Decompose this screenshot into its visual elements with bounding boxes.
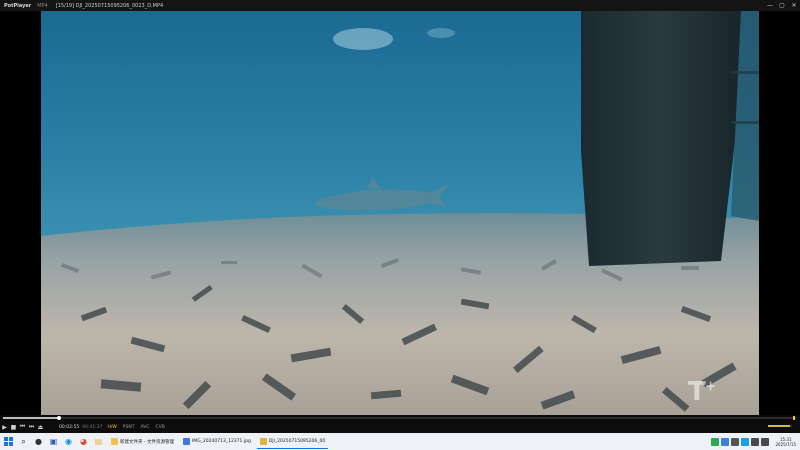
next-icon[interactable]: ⏭ [27,421,36,433]
clock-date: 2025/7/15 [775,441,796,447]
video-frame[interactable] [41,11,759,415]
windows-icon [4,437,13,446]
seek-handle[interactable] [56,416,61,420]
taskbar-app-image[interactable]: IMG_20240713_12371.jpg [180,435,254,448]
edge-icon[interactable]: ◉ [62,435,75,448]
tray-app-icon[interactable] [721,437,730,446]
image-icon [182,438,190,445]
clock[interactable]: 15:31 2025/7/15 [775,437,796,447]
start-button[interactable] [2,435,15,448]
taskbar-app-label: IMG_20240713_12371.jpg [191,439,251,444]
seek-end-marker [793,416,795,420]
tray-app-icon[interactable] [731,437,740,446]
search-icon[interactable]: ⌕ [17,435,30,448]
play-icon[interactable]: ▶ [0,421,9,433]
underwater-scene [41,11,759,415]
taskbar-app-potplayer[interactable]: DJI_20250715095206_00 [256,435,329,449]
volume-icon[interactable] [761,437,770,446]
tag-cvb[interactable]: CVB [155,425,166,430]
word-icon[interactable]: ▣ [47,435,60,448]
duration: 00:41:37 [82,424,103,430]
stop-icon[interactable]: ■ [9,421,18,433]
seek-progress [3,417,59,419]
wifi-icon[interactable] [751,437,760,446]
title-bar: PotPlayer MP4 [15/19] DJI_20250715095206… [0,0,800,11]
minimize-button[interactable]: — [764,0,776,11]
current-time: 00:02:55 [59,424,80,430]
media-icon[interactable]: ● [32,435,45,448]
volume-slider[interactable] [768,425,792,427]
tag-psnt[interactable]: PSNT [122,425,136,430]
tag-avc[interactable]: AVC [139,425,150,430]
folder-icon [111,438,118,445]
tag-hw[interactable]: H/W [106,425,117,430]
window-controls: — ▢ ✕ [764,0,800,11]
taskbar-app-explorer[interactable]: 新建文件夹 - 文件资源管理 [108,435,177,448]
tray-app-icon[interactable] [711,437,720,446]
tray-app-icon[interactable] [741,437,750,446]
taskbar-app-label: DJI_20250715095206_00 [268,438,326,444]
potplayer-icon [259,437,267,445]
explorer-icon[interactable]: ▤ [92,435,105,448]
chrome-icon[interactable]: ◕ [77,435,90,448]
maximize-button[interactable]: ▢ [776,0,788,11]
open-file-icon[interactable]: ⏏ [36,421,45,433]
file-title: [15/19] DJI_20250715095206_0023_D.MP4 [55,2,164,9]
system-tray: 15:31 2025/7/15 [709,433,800,450]
taskbar: ⌕ ● ▣ ◉ ◕ ▤ 新建文件夹 - 文件资源管理 IMG_20240713_… [0,433,800,450]
seek-track[interactable] [3,416,797,420]
app-name[interactable]: PotPlayer [4,3,31,9]
volume-level [768,425,790,427]
watermark-logo: T+ [688,377,716,407]
control-bar: ▶ ■ ⏮ ⏭ ⏏ 00:02:55 00:41:37 H/W PSNT AVC… [0,421,800,433]
surface-glow [333,28,393,50]
close-button[interactable]: ✕ [788,0,800,11]
video-area[interactable]: T+ [0,11,800,415]
previous-icon[interactable]: ⏮ [18,421,27,433]
pier-piling [581,11,741,266]
taskbar-app-label: 新建文件夹 - 文件资源管理 [120,439,174,445]
menu-button[interactable]: MP4 [37,3,48,9]
